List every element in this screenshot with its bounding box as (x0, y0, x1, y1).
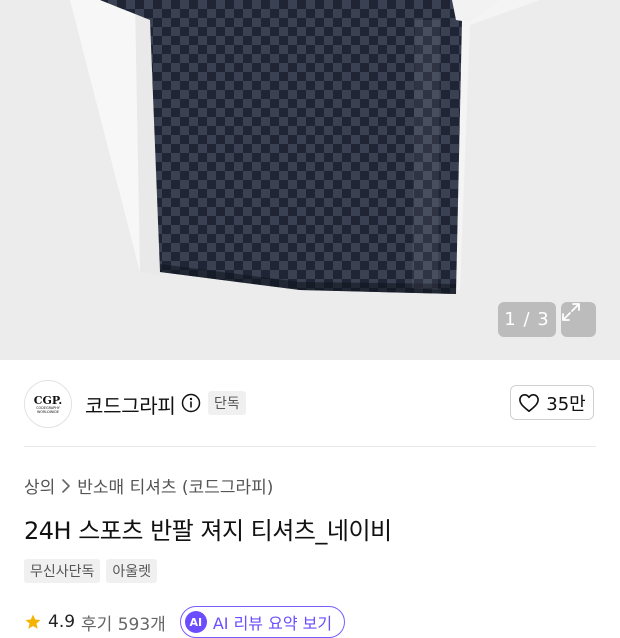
product-image-gallery[interactable]: 1 / 3 (0, 0, 620, 360)
expand-icon (562, 303, 580, 321)
product-title: 24H 스포츠 반팔 져지 티셔츠_네이비 (24, 517, 392, 545)
exclusive-badge: 단독 (208, 391, 246, 415)
like-count: 35만 (546, 393, 586, 415)
brand-name[interactable]: 코드그라피 (85, 390, 176, 419)
divider (24, 446, 596, 447)
like-button[interactable]: 35만 (510, 385, 594, 420)
rating-score: 4.9 (48, 612, 76, 632)
expand-button[interactable] (561, 302, 596, 337)
tag-exclusive: 무신사단독 (24, 559, 101, 583)
brand-logo-subtext: CODEGRAPHY WORLDWIDE (36, 405, 60, 414)
chevron-right-icon (62, 478, 71, 493)
brand-row: CGP. CODEGRAPHY WORLDWIDE 코드그라피 단독 35만 (0, 360, 620, 446)
ai-review-summary-label: AI 리뷰 요약 보기 (212, 614, 333, 633)
brand-logo[interactable]: CGP. CODEGRAPHY WORLDWIDE (24, 380, 72, 428)
star-icon (25, 614, 41, 629)
tag-outlet: 아울렛 (106, 559, 158, 583)
review-count[interactable]: 후기 593개 (81, 610, 166, 635)
breadcrumb: 상의 반소매 티셔츠 (코드그라피) (24, 473, 273, 498)
product-tags: 무신사단독 아울렛 (24, 559, 158, 583)
rating-row: 4.9 후기 593개 AI AI 리뷰 요약 보기 (24, 606, 346, 638)
breadcrumb-category[interactable]: 상의 (24, 473, 55, 498)
breadcrumb-subcategory[interactable]: 반소매 티셔츠 (코드그라피) (77, 473, 273, 498)
heart-icon (519, 393, 540, 412)
ai-icon: AI (184, 611, 207, 633)
ai-review-summary-button[interactable]: AI AI 리뷰 요약 보기 (179, 606, 346, 638)
image-pager: 1 / 3 (498, 302, 556, 337)
info-icon[interactable] (181, 393, 201, 413)
brand-logo-text: CGP. (33, 393, 63, 407)
